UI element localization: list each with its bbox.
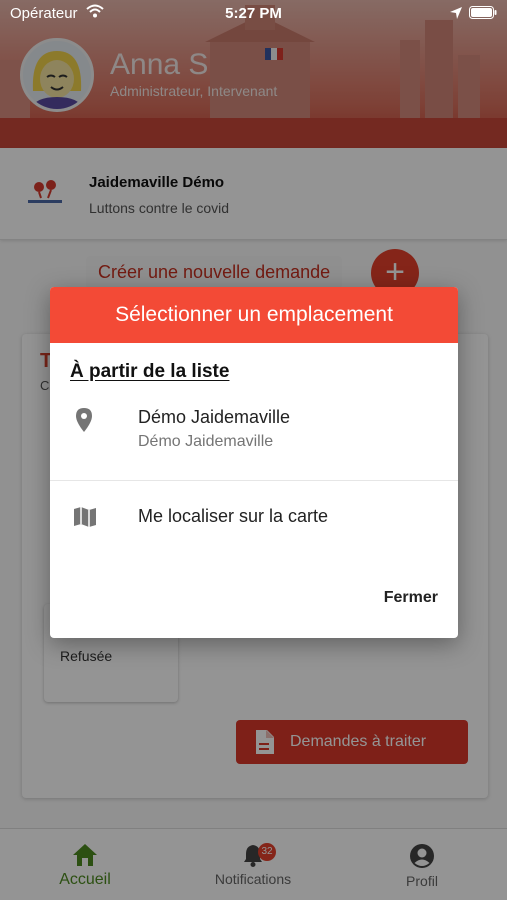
- section-heading: À partir de la liste: [70, 361, 230, 382]
- location-arrow-icon: [450, 7, 462, 19]
- location-option-jaidemaville[interactable]: Démo Jaidemaville Démo Jaidemaville: [50, 395, 458, 481]
- location-option-title: Démo Jaidemaville: [138, 407, 291, 427]
- close-button[interactable]: Fermer: [384, 589, 438, 607]
- map-icon: [74, 507, 96, 527]
- clock: 5:27 PM: [225, 5, 282, 22]
- dialog-title: Sélectionner un emplacement: [50, 287, 458, 343]
- battery-icon: [469, 6, 497, 19]
- location-option-subtitle: Démo Jaidemaville: [138, 433, 274, 450]
- locate-on-map-option[interactable]: Me localiser sur la carte: [50, 483, 458, 573]
- status-bar: Opérateur 5:27 PM: [0, 0, 507, 28]
- locate-on-map-label: Me localiser sur la carte: [138, 506, 329, 526]
- location-dialog: Sélectionner un emplacement À partir de …: [50, 287, 458, 638]
- location-pin-icon: [76, 408, 92, 432]
